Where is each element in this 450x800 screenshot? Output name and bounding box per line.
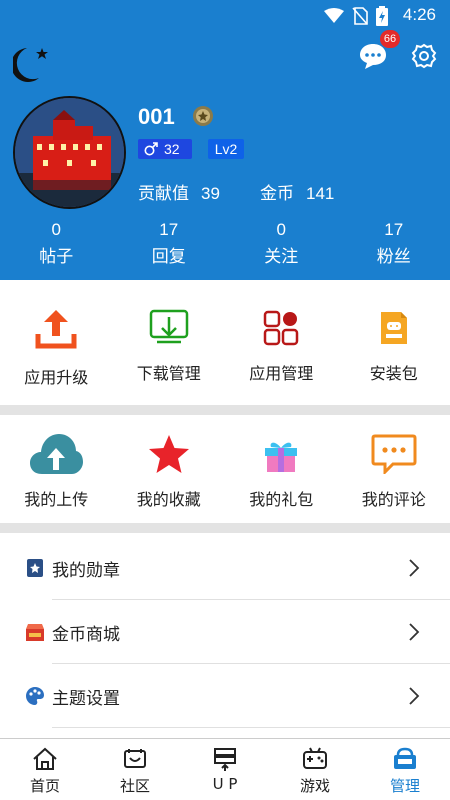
apps-grid-icon — [264, 310, 299, 346]
shop-icon — [26, 624, 44, 641]
mine-grid: 我的上传 我的收藏 我的礼包 我的评论 — [0, 428, 450, 510]
mine-label: 我的评论 — [361, 490, 426, 509]
contribution-label: 贡献值 — [138, 184, 189, 204]
count-replies[interactable]: 17 回复 — [113, 220, 226, 270]
contribution-value: 39 — [201, 184, 220, 203]
gear-icon[interactable] — [411, 43, 437, 69]
count-label: 关注 — [264, 247, 299, 267]
manage-icon — [394, 747, 416, 769]
menu-item-theme-settings[interactable]: 主题设置 — [0, 664, 450, 728]
coins-stat: 金币 141 — [260, 179, 334, 204]
my-favorites-button[interactable]: 我的收藏 — [113, 428, 226, 510]
upload-tray-icon — [35, 310, 77, 349]
tool-label: 下载管理 — [136, 364, 201, 383]
no-sim-icon — [352, 7, 368, 25]
coins-value: 141 — [306, 184, 335, 203]
menu-label: 主题设置 — [52, 688, 120, 709]
count-label: 帖子 — [39, 247, 74, 267]
app-upgrade-button[interactable]: 应用升级 — [0, 302, 113, 388]
tab-label: 游戏 — [299, 777, 330, 795]
tab-games[interactable]: 游戏 — [270, 739, 360, 800]
chevron-right-icon — [409, 687, 420, 705]
gender-level-value: 32 — [164, 141, 180, 157]
download-tray-icon — [149, 309, 188, 344]
medal-icon[interactable] — [192, 105, 214, 127]
menu-divider — [52, 727, 450, 728]
avatar[interactable] — [13, 96, 126, 209]
status-time: 4:26 — [402, 5, 436, 24]
gamepad-icon — [303, 747, 327, 769]
download-manager-button[interactable]: 下载管理 — [113, 302, 226, 388]
comment-icon — [371, 434, 417, 474]
count-num: 0 — [51, 220, 61, 239]
tab-up[interactable]: U P — [180, 739, 270, 800]
tab-home[interactable]: 首页 — [0, 739, 90, 800]
section-separator — [0, 405, 450, 415]
apk-file-icon — [380, 312, 407, 344]
status-icons — [324, 6, 388, 26]
chevron-right-icon — [409, 623, 420, 641]
night-mode-icon[interactable] — [13, 42, 53, 82]
count-posts[interactable]: 0 帖子 — [0, 220, 113, 270]
menu-label: 我的勋章 — [52, 560, 120, 581]
battery-charging-icon — [376, 6, 388, 26]
count-following[interactable]: 0 关注 — [225, 220, 338, 270]
count-num: 17 — [384, 220, 404, 239]
menu-label: 金币商城 — [52, 624, 120, 645]
tab-manage[interactable]: 管理 — [360, 739, 450, 800]
up-icon — [214, 748, 236, 771]
tool-label: 安装包 — [369, 364, 418, 383]
count-label: 回复 — [151, 247, 186, 267]
coins-label: 金币 — [260, 184, 294, 204]
app-manager-button[interactable]: 应用管理 — [225, 302, 338, 388]
tool-label: 应用升级 — [24, 368, 89, 387]
my-uploads-button[interactable]: 我的上传 — [0, 428, 113, 510]
count-label: 粉丝 — [376, 247, 411, 267]
my-comments-button[interactable]: 我的评论 — [338, 428, 450, 510]
tab-label: 管理 — [389, 777, 420, 795]
count-num: 0 — [276, 220, 286, 239]
level-tag: Lv2 — [208, 139, 244, 159]
cloud-upload-icon — [30, 434, 84, 474]
community-icon — [124, 749, 146, 768]
menu-item-coin-shop[interactable]: 金币商城 — [0, 600, 450, 664]
username: 001 — [138, 104, 175, 129]
tab-label: 首页 — [29, 777, 60, 795]
status-bar: 4:26 — [0, 0, 450, 32]
male-icon — [144, 142, 158, 156]
count-fans[interactable]: 17 粉丝 — [338, 220, 450, 270]
apk-package-button[interactable]: 安装包 — [338, 302, 450, 388]
tab-label: 社区 — [119, 777, 150, 795]
tab-label: U P — [212, 775, 238, 793]
gift-icon — [265, 442, 298, 472]
bottom-tab-bar: 首页 社区 U P 游戏 管理 — [0, 738, 450, 800]
contribution-stat: 贡献值 39 — [138, 179, 220, 204]
chevron-right-icon — [409, 559, 420, 577]
mine-label: 我的收藏 — [136, 490, 201, 509]
profile-header: 4:26 66 001 32 Lv2 贡献值 39 金币 141 0 帖子 17… — [0, 0, 450, 280]
gender-level-tag: 32 — [138, 139, 192, 159]
avatar-castle-image — [15, 98, 124, 207]
my-gifts-button[interactable]: 我的礼包 — [225, 428, 338, 510]
home-icon — [33, 747, 57, 770]
profile-counts: 0 帖子 17 回复 0 关注 17 粉丝 — [0, 220, 450, 270]
star-icon — [148, 435, 189, 473]
tools-grid: 应用升级 下载管理 应用管理 安装包 — [0, 302, 450, 388]
count-num: 17 — [159, 220, 179, 239]
medal-icon — [27, 559, 43, 577]
menu-item-medals[interactable]: 我的勋章 — [0, 536, 450, 600]
wifi-icon — [324, 8, 344, 23]
tab-community[interactable]: 社区 — [90, 739, 180, 800]
section-separator — [0, 523, 450, 533]
mine-label: 我的礼包 — [249, 490, 314, 509]
palette-icon — [26, 687, 44, 705]
message-count-badge: 66 — [380, 30, 400, 48]
tool-label: 应用管理 — [249, 364, 314, 383]
mine-label: 我的上传 — [24, 490, 89, 509]
